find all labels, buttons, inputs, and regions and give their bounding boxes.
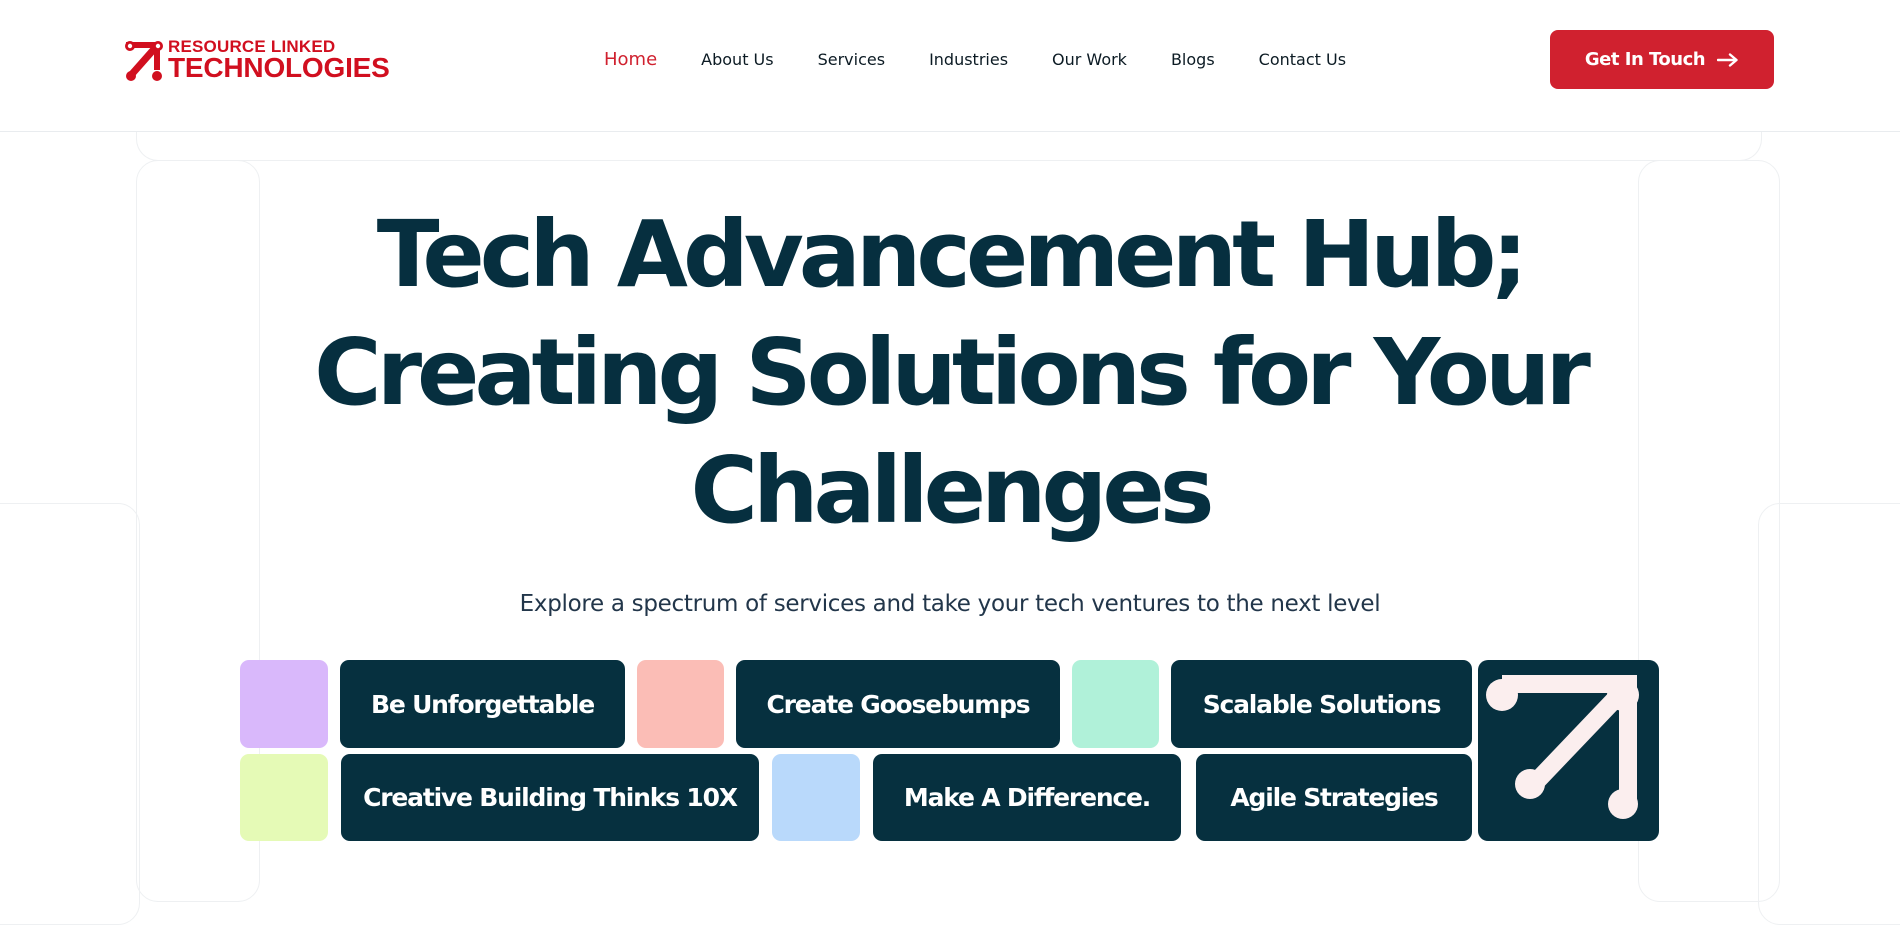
tag-make-a-difference: Make A Difference.	[873, 754, 1181, 841]
nav-home[interactable]: Home	[604, 49, 657, 70]
background-frame-left-edge	[0, 503, 140, 925]
hero-subtitle: Explore a spectrum of services and take …	[519, 591, 1381, 617]
nav-contact-us[interactable]: Contact Us	[1259, 50, 1346, 69]
nav-services[interactable]: Services	[818, 50, 885, 69]
hero-title-line-2: Creating Solutions for Your	[314, 319, 1591, 426]
hero-title-line-3: Challenges	[690, 437, 1214, 544]
swatch-sky	[772, 754, 860, 841]
get-in-touch-label: Get In Touch	[1584, 49, 1706, 70]
arrow-up-right-icon	[125, 41, 163, 81]
nav-about-us[interactable]: About Us	[701, 50, 773, 69]
site-header: RESOURCE LINKED TECHNOLOGIES Home About …	[0, 0, 1900, 132]
background-frame-right-edge	[1758, 503, 1900, 925]
hero-title-line-1: Tech Advancement Hub;	[376, 201, 1528, 308]
swatch-lavender	[240, 660, 328, 748]
logo-wordmark: RESOURCE LINKED TECHNOLOGIES	[168, 38, 390, 82]
nav-blogs[interactable]: Blogs	[1171, 50, 1215, 69]
swatch-salmon	[637, 660, 724, 748]
get-in-touch-button[interactable]: Get In Touch	[1550, 30, 1774, 89]
main-nav: Home About Us Services Industries Our Wo…	[604, 47, 1346, 71]
nav-industries[interactable]: Industries	[929, 50, 1008, 69]
tag-creative-building: Creative Building Thinks 10X	[341, 754, 759, 841]
logo-line-2: TECHNOLOGIES	[168, 52, 390, 83]
tag-create-goosebumps: Create Goosebumps	[736, 660, 1060, 748]
logo[interactable]: RESOURCE LINKED TECHNOLOGIES	[124, 36, 404, 84]
tag-agile-strategies: Agile Strategies	[1196, 754, 1472, 841]
nav-our-work[interactable]: Our Work	[1052, 50, 1127, 69]
arrow-up-right-icon	[1486, 675, 1639, 819]
tag-be-unforgettable: Be Unforgettable	[340, 660, 625, 748]
hero-title: Tech Advancement Hub; Creating Solutions…	[300, 196, 1600, 550]
brand-arrow-tile	[1478, 660, 1659, 841]
swatch-lime	[240, 754, 328, 841]
swatch-mint	[1072, 660, 1159, 748]
tag-scalable-solutions: Scalable Solutions	[1171, 660, 1472, 748]
arrow-right-icon	[1717, 52, 1738, 67]
